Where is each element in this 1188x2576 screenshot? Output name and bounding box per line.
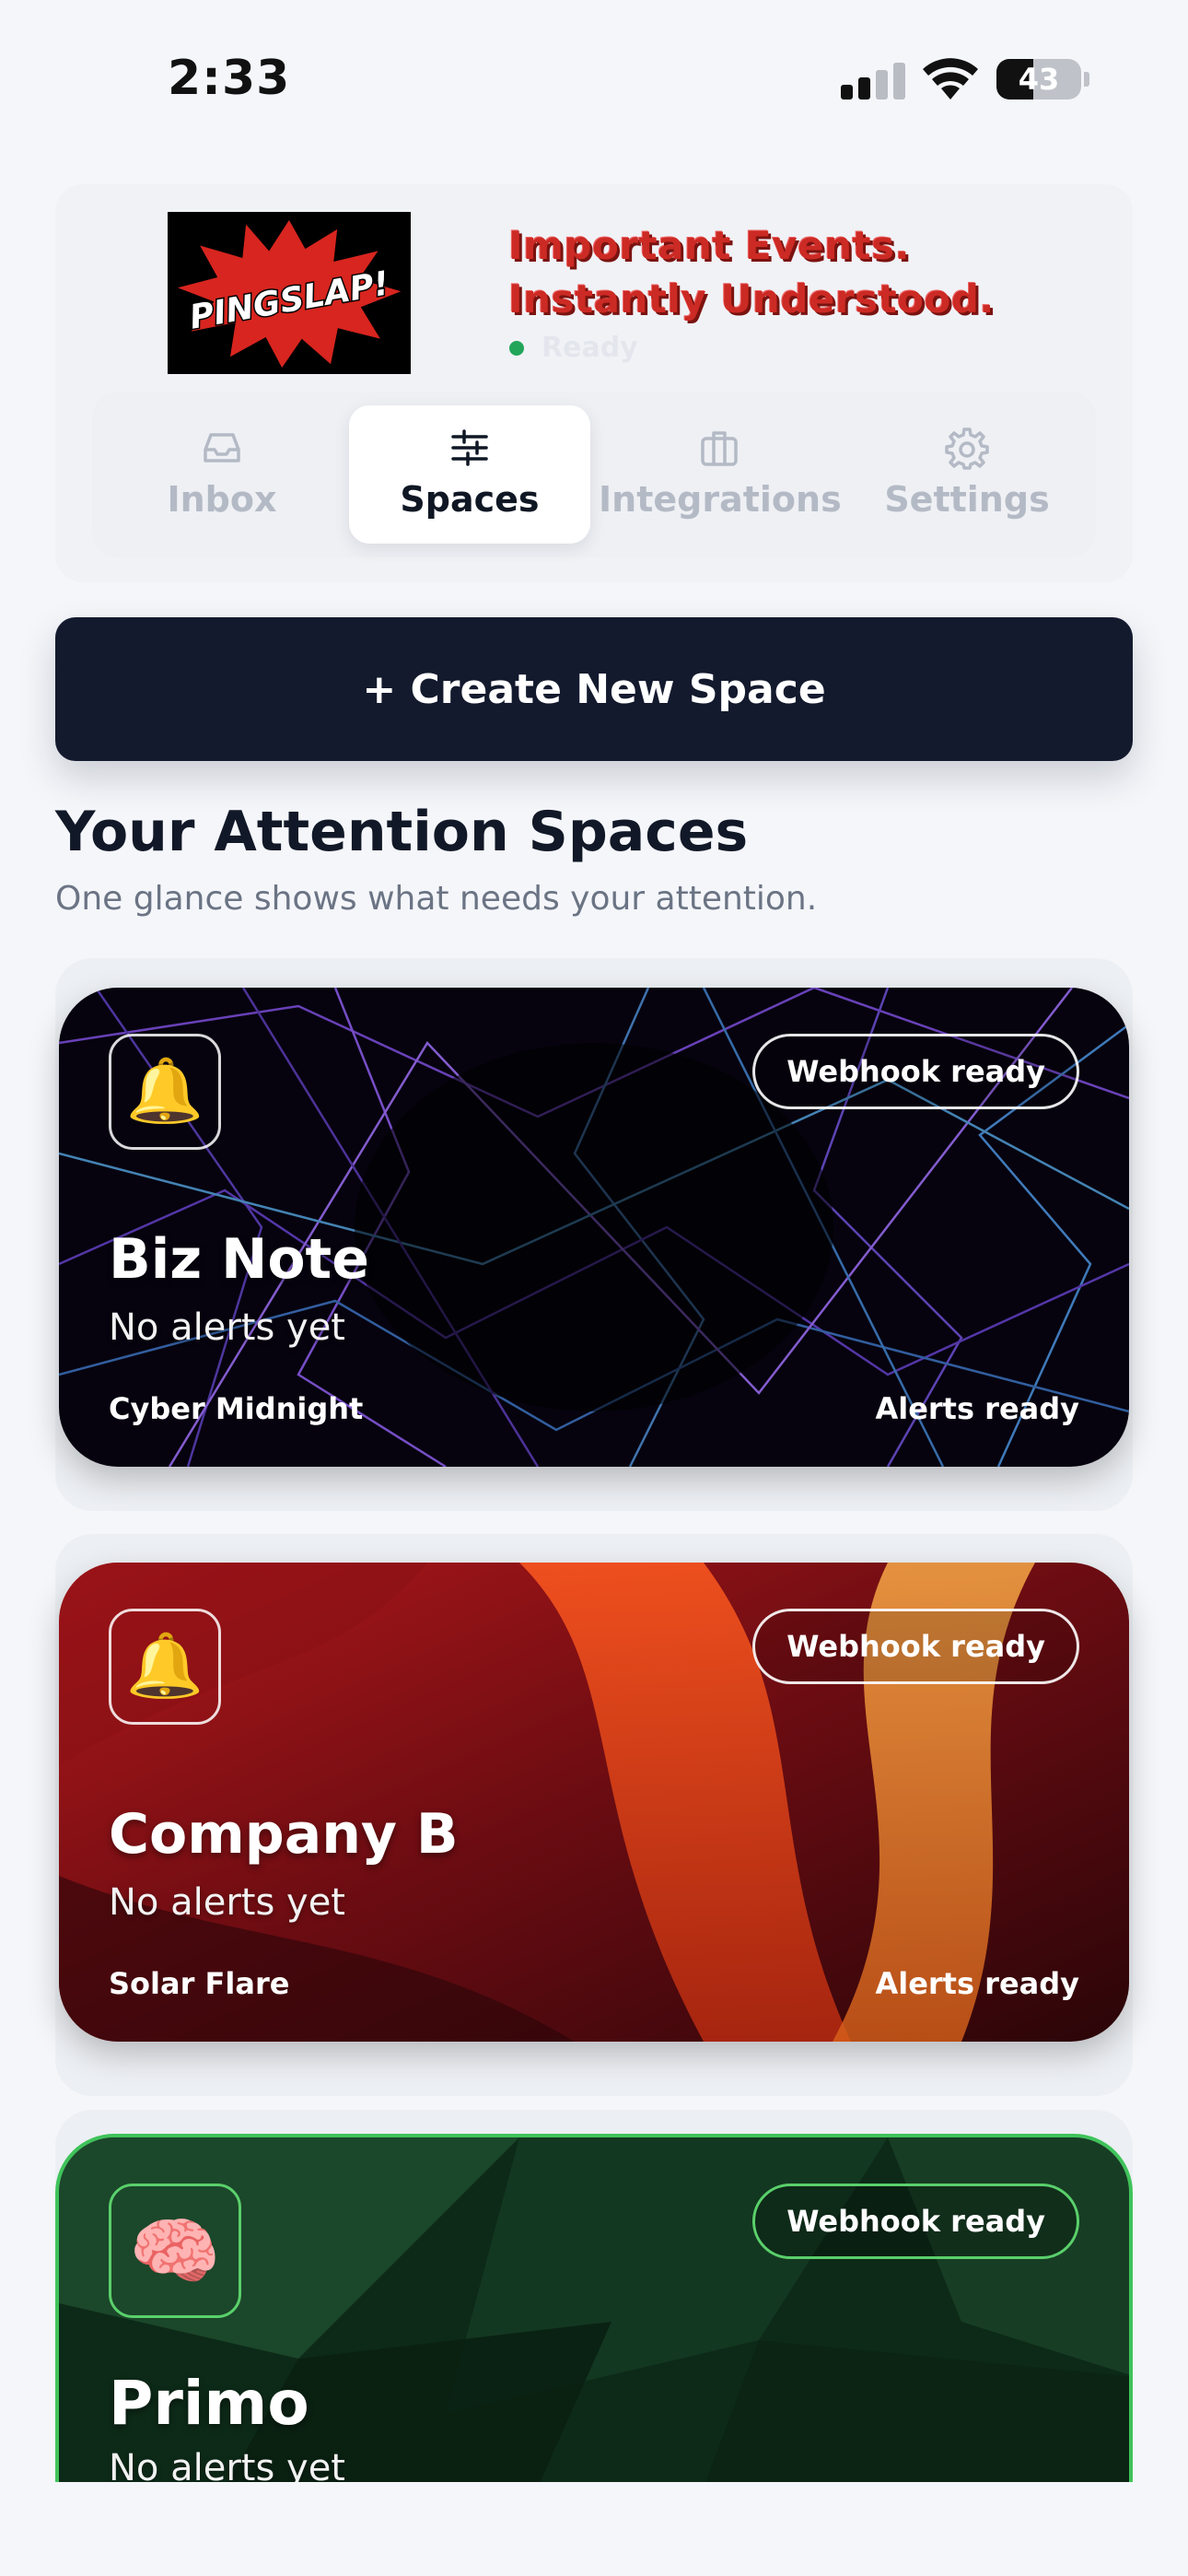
brain-icon: 🧠: [109, 2184, 241, 2318]
space-name: Biz Note: [109, 1227, 369, 1292]
space-name: Company B: [109, 1802, 459, 1867]
space-card-company-b[interactable]: 🔔 Webhook ready Company B No alerts yet …: [59, 1563, 1129, 2042]
tab-integrations[interactable]: Integrations: [599, 405, 842, 544]
space-theme: Cyber Midnight: [109, 1391, 364, 1426]
webhook-ready-badge: Webhook ready: [752, 1609, 1079, 1684]
status-time: 2:33: [168, 51, 291, 106]
battery-level: 43: [1018, 62, 1060, 97]
battery-icon: 43: [996, 59, 1081, 100]
battery-tip: [1084, 72, 1089, 87]
tab-integrations-label: Integrations: [599, 479, 842, 520]
space-name: Primo: [109, 2368, 309, 2439]
space-card-primo[interactable]: 🧠 Webhook ready Primo No alerts yet: [55, 2134, 1133, 2484]
wifi-icon: [923, 58, 978, 100]
create-space-button[interactable]: + Create New Space: [55, 617, 1133, 761]
bottom-spacer: [0, 2482, 1188, 2576]
tab-settings-label: Settings: [884, 479, 1050, 520]
tab-spaces[interactable]: Spaces: [349, 405, 590, 544]
status-bar: 2:33 43: [0, 0, 1188, 157]
space-alerts-status: Alerts ready: [875, 1966, 1079, 2001]
inbox-icon: [204, 433, 240, 463]
space-status: No alerts yet: [109, 2447, 345, 2484]
tagline-line-1: Important Events.: [508, 223, 911, 268]
bell-icon: 🔔: [109, 1034, 221, 1150]
space-theme: Solar Flare: [109, 1966, 290, 2001]
bell-icon: 🔔: [109, 1609, 221, 1725]
webhook-ready-badge: Webhook ready: [752, 1034, 1079, 1109]
section-title: Your Attention Spaces: [55, 800, 749, 864]
cellular-signal-icon: [841, 61, 905, 100]
space-status: No alerts yet: [109, 1881, 345, 1924]
tab-spaces-label: Spaces: [400, 479, 540, 520]
space-status: No alerts yet: [109, 1306, 345, 1349]
sliders-icon: [451, 429, 488, 466]
space-card-biz-note[interactable]: 🔔 Webhook ready Biz Note No alerts yet C…: [59, 988, 1129, 1467]
tagline-line-2: Instantly Understood.: [508, 276, 995, 322]
gear-icon: [945, 427, 989, 470]
tab-inbox[interactable]: Inbox: [101, 405, 343, 544]
space-alerts-status: Alerts ready: [875, 1391, 1079, 1426]
webhook-ready-badge: Webhook ready: [752, 2184, 1079, 2259]
tab-settings[interactable]: Settings: [846, 405, 1088, 544]
tagline: Important Events. Instantly Understood.: [508, 219, 995, 326]
briefcase-icon: [701, 431, 738, 466]
section-subtitle: One glance shows what needs your attenti…: [55, 880, 818, 918]
status-dot: [509, 341, 524, 356]
tab-inbox-label: Inbox: [167, 479, 277, 520]
status-text: Ready: [542, 332, 638, 364]
pingslap-logo: PINGSLAP!: [168, 212, 411, 374]
